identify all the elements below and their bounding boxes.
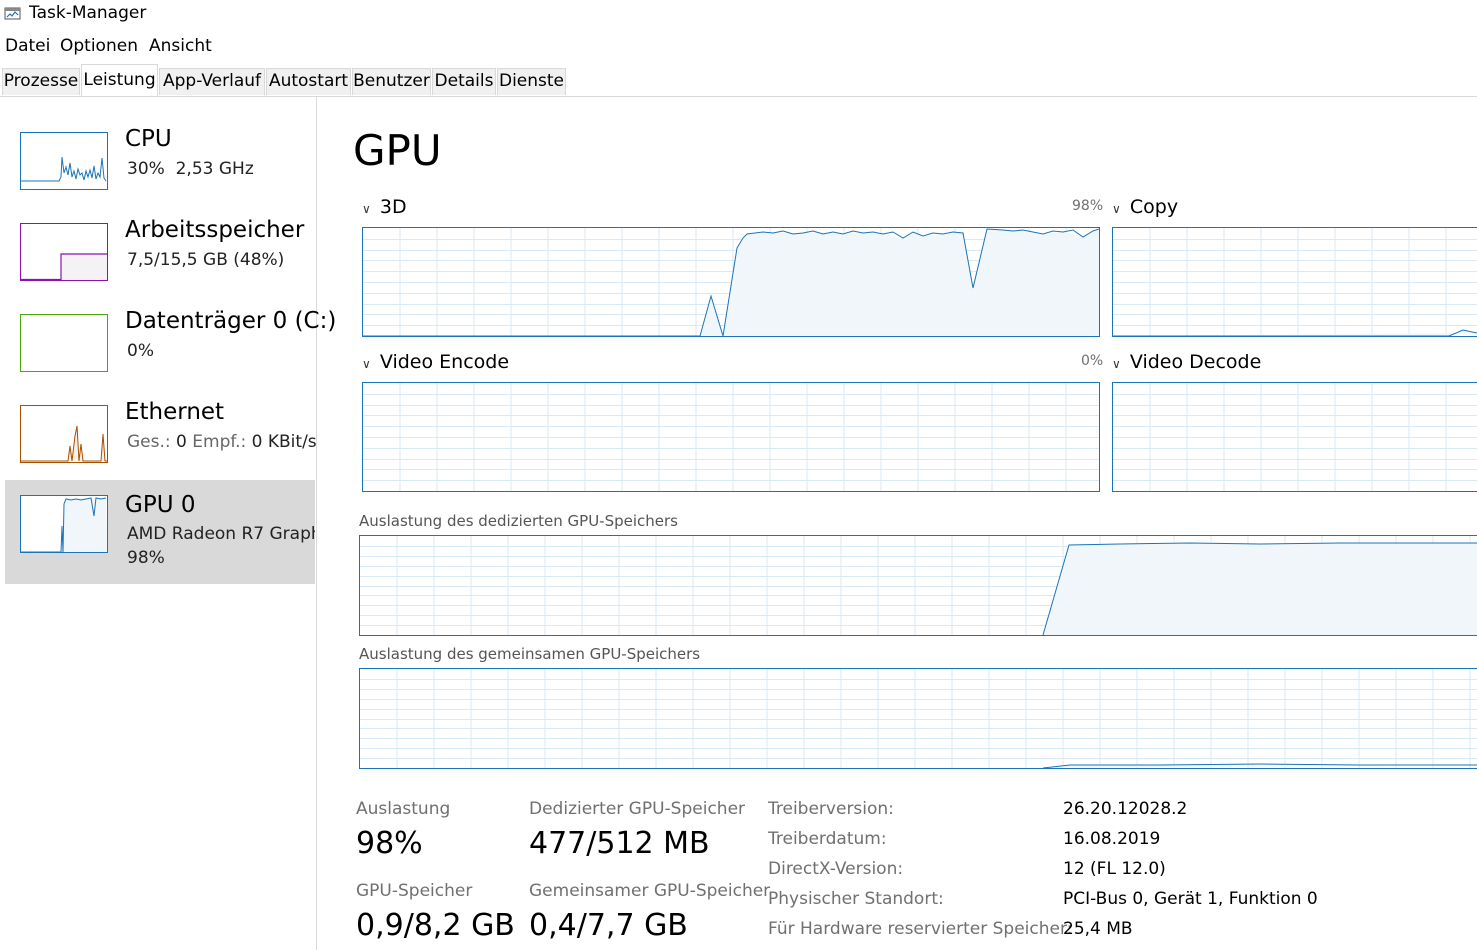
engine-3d-header[interactable]: ∨ 3D	[362, 196, 407, 218]
sidebar-gpu-title: GPU 0	[125, 492, 196, 518]
engine-3d-max: 98%	[1072, 198, 1104, 214]
engine-copy-graph	[1112, 227, 1477, 337]
sidebar-memory-detail: 7,5/15,5 GB (48%)	[127, 250, 285, 270]
sidebar-cpu-detail: 30% 2,53 GHz	[127, 159, 254, 179]
dedicated-memory-graph	[359, 535, 1477, 636]
engine-3d-chart	[363, 228, 1099, 336]
engine-video-encode-grid	[363, 383, 1099, 491]
tab-startup[interactable]: Autostart	[266, 68, 351, 95]
gpu-thumbnail-graph	[20, 495, 108, 553]
menu-file[interactable]: Datei	[5, 36, 50, 56]
chevron-down-icon: ∨	[1112, 357, 1121, 371]
tab-app-history[interactable]: App-Verlauf	[159, 68, 265, 95]
gpu-memory-value: 0,9/8,2 GB	[356, 908, 515, 943]
sidebar-memory-title: Arbeitsspeicher	[125, 217, 305, 243]
sidebar-gpu-name: AMD Radeon R7 Graphics	[127, 524, 315, 544]
engine-video-encode-graph	[362, 382, 1100, 492]
sidebar-item-cpu[interactable]: CPU 30% 2,53 GHz	[5, 112, 315, 216]
physical-location-value: PCI-Bus 0, Gerät 1, Funktion 0	[1063, 889, 1318, 909]
engine-video-decode-graph	[1112, 382, 1477, 492]
sidebar-item-memory[interactable]: Arbeitsspeicher 7,5/15,5 GB (48%)	[5, 203, 315, 307]
tab-users[interactable]: Benutzer	[352, 68, 431, 95]
sidebar-item-disk[interactable]: Datenträger 0 (C:) 0%	[5, 294, 336, 398]
hardware-reserved-memory-label: Für Hardware reservierter Speicher:	[768, 919, 1073, 939]
engine-video-decode-label: Video Decode	[1129, 351, 1262, 373]
shared-memory-stat-value: 0,4/7,7 GB	[529, 908, 688, 943]
engine-copy-grid	[1113, 228, 1477, 336]
tab-bar: Prozesse Leistung App-Verlauf Autostart …	[0, 64, 1477, 97]
cpu-usage-value: 30%	[127, 159, 165, 179]
title-bar: Task-Manager	[0, 0, 1477, 30]
shared-memory-graph	[359, 668, 1477, 769]
shared-memory-stat-label: Gemeinsamer GPU-Speicher	[529, 881, 771, 901]
gpu-memory-label: GPU-Speicher	[356, 881, 473, 901]
ethernet-send-label: Ges.:	[127, 432, 171, 452]
chevron-down-icon: ∨	[362, 202, 371, 216]
driver-date-label: Treiberdatum:	[768, 829, 887, 849]
menu-options[interactable]: Optionen	[60, 36, 138, 56]
dedicated-memory-stat-value: 477/512 MB	[529, 826, 710, 861]
ethernet-thumbnail-graph	[20, 405, 108, 463]
cpu-thumbnail-graph	[20, 132, 108, 190]
sidebar-item-ethernet[interactable]: Ethernet Ges.: 0 Empf.: 0 KBit/s	[5, 385, 317, 489]
engine-3d-graph	[362, 227, 1100, 337]
sidebar-item-gpu[interactable]: GPU 0 AMD Radeon R7 Graphics 98%	[5, 480, 315, 584]
ethernet-recv-value: 0 KBit/s	[251, 432, 317, 452]
page-title: GPU	[353, 126, 442, 175]
tab-details[interactable]: Details	[432, 68, 496, 95]
shared-memory-chart	[360, 669, 1477, 768]
engine-copy-header[interactable]: ∨ Copy	[1112, 196, 1178, 218]
chevron-down-icon: ∨	[362, 357, 371, 371]
dedicated-memory-stat-label: Dedizierter GPU-Speicher	[529, 799, 746, 819]
sidebar-ethernet-detail: Ges.: 0 Empf.: 0 KBit/s	[127, 432, 317, 452]
hardware-reserved-memory-value: 25,4 MB	[1063, 919, 1133, 939]
engine-video-encode-label: Video Encode	[379, 351, 510, 373]
sidebar-cpu-title: CPU	[125, 126, 172, 152]
driver-version-label: Treiberversion:	[768, 799, 894, 819]
memory-thumbnail-graph	[20, 223, 108, 281]
engine-video-decode-chart	[1113, 383, 1477, 491]
task-manager-icon	[4, 6, 22, 22]
chevron-down-icon: ∨	[1112, 202, 1121, 216]
menu-view[interactable]: Ansicht	[149, 36, 212, 56]
tab-performance[interactable]: Leistung	[81, 64, 158, 96]
cpu-speed-value: 2,53 GHz	[175, 159, 254, 179]
driver-date-value: 16.08.2019	[1063, 829, 1161, 849]
tab-processes[interactable]: Prozesse	[2, 68, 80, 95]
shared-memory-label: Auslastung des gemeinsamen GPU-Speichers	[359, 645, 701, 663]
window-title: Task-Manager	[29, 3, 147, 23]
sidebar-gpu-detail: 98%	[127, 548, 165, 568]
dedicated-memory-label: Auslastung des dedizierten GPU-Speichers	[359, 512, 678, 530]
sidebar-disk-title: Datenträger 0 (C:)	[125, 308, 337, 334]
engine-copy-label: Copy	[1129, 196, 1179, 218]
performance-sidebar: CPU 30% 2,53 GHz Arbeitsspeicher 7,5/15,…	[0, 97, 336, 950]
directx-version-value: 12 (FL 12.0)	[1063, 859, 1166, 879]
sidebar-disk-detail: 0%	[127, 341, 154, 361]
dedicated-memory-chart	[360, 536, 1477, 635]
utilization-label: Auslastung	[356, 799, 451, 819]
ethernet-send-value: 0	[176, 432, 187, 452]
ethernet-recv-label: Empf.:	[192, 432, 247, 452]
sidebar-ethernet-title: Ethernet	[125, 399, 225, 425]
driver-version-value: 26.20.12028.2	[1063, 799, 1188, 819]
engine-video-decode-grid	[1113, 383, 1477, 491]
engine-video-decode-header[interactable]: ∨ Video Decode	[1112, 351, 1261, 373]
engine-copy-chart	[1113, 228, 1477, 336]
engine-video-encode-max: 0%	[1081, 353, 1104, 369]
engine-3d-label: 3D	[379, 196, 407, 218]
physical-location-label: Physischer Standort:	[768, 889, 944, 909]
tab-services[interactable]: Dienste	[497, 68, 566, 95]
disk-thumbnail-graph	[20, 314, 108, 372]
shared-memory-grid	[360, 669, 1477, 768]
directx-version-label: DirectX-Version:	[768, 859, 904, 879]
utilization-value: 98%	[356, 826, 423, 861]
engine-video-encode-chart	[363, 383, 1099, 491]
engine-video-encode-header[interactable]: ∨ Video Encode	[362, 351, 509, 373]
